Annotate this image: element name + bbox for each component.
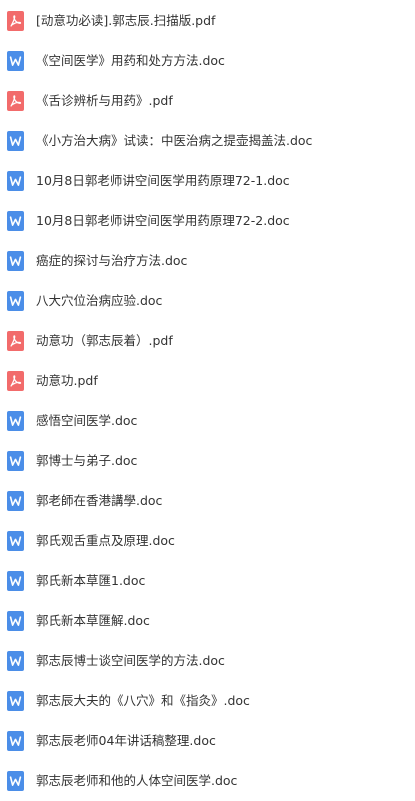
file-list-item[interactable]: 八大穴位治病应验.doc	[0, 281, 415, 321]
file-name: 动意功（郭志辰着）.pdf	[36, 333, 173, 348]
file-name: 癌症的探讨与治疗方法.doc	[36, 253, 188, 268]
pdf-icon	[7, 91, 24, 111]
word-doc-icon	[7, 691, 24, 711]
file-list-item[interactable]: 郭志辰博士谈空间医学的方法.doc	[0, 641, 415, 681]
file-name: 郭博士与弟子.doc	[36, 453, 138, 468]
file-name: 郭氏新本草匯解.doc	[36, 613, 150, 628]
file-name: 郭氏观舌重点及原理.doc	[36, 533, 175, 548]
file-list-item[interactable]: 《空间医学》用药和处方方法.doc	[0, 41, 415, 81]
file-list-item[interactable]: 郭志辰老师和他的人体空间医学.doc	[0, 761, 415, 801]
file-list-item[interactable]: 感悟空间医学.doc	[0, 401, 415, 441]
word-doc-icon	[7, 611, 24, 631]
file-list-item[interactable]: 郭氏观舌重点及原理.doc	[0, 521, 415, 561]
file-list-item[interactable]: 《舌诊辨析与用药》.pdf	[0, 81, 415, 121]
file-name: 《小方治大病》试读：中医治病之提壶揭盖法.doc	[36, 133, 313, 148]
pdf-icon	[7, 11, 24, 31]
file-name: 感悟空间医学.doc	[36, 413, 138, 428]
file-name: 《空间医学》用药和处方方法.doc	[36, 53, 225, 68]
file-list-item[interactable]: [动意功必读].郭志辰.扫描版.pdf	[0, 1, 415, 41]
file-name: 郭志辰老师和他的人体空间医学.doc	[36, 773, 238, 788]
file-name: 郭志辰老师04年讲话稿整理.doc	[36, 733, 216, 748]
file-name: 郭志辰大夫的《八穴》和《指灸》.doc	[36, 693, 250, 708]
file-name: 《舌诊辨析与用药》.pdf	[36, 93, 173, 108]
file-list-item[interactable]: 郭志辰老师04年讲话稿整理.doc	[0, 721, 415, 761]
pdf-icon	[7, 371, 24, 391]
file-list-item[interactable]: 10月8日郭老师讲空间医学用药原理72-2.doc	[0, 201, 415, 241]
file-name: 郭老師在香港講學.doc	[36, 493, 163, 508]
word-doc-icon	[7, 211, 24, 231]
file-list-item[interactable]: 郭氏新本草匯解.doc	[0, 601, 415, 641]
word-doc-icon	[7, 131, 24, 151]
file-name: 郭志辰博士谈空间医学的方法.doc	[36, 653, 225, 668]
word-doc-icon	[7, 531, 24, 551]
word-doc-icon	[7, 251, 24, 271]
file-name: 八大穴位治病应验.doc	[36, 293, 163, 308]
word-doc-icon	[7, 51, 24, 71]
word-doc-icon	[7, 171, 24, 191]
file-list-item[interactable]: 郭博士与弟子.doc	[0, 441, 415, 481]
word-doc-icon	[7, 451, 24, 471]
word-doc-icon	[7, 771, 24, 791]
word-doc-icon	[7, 571, 24, 591]
word-doc-icon	[7, 731, 24, 751]
file-list-item[interactable]: 癌症的探讨与治疗方法.doc	[0, 241, 415, 281]
word-doc-icon	[7, 651, 24, 671]
file-name: 动意功.pdf	[36, 373, 98, 388]
file-list-item[interactable]: 动意功（郭志辰着）.pdf	[0, 321, 415, 361]
file-name: 10月8日郭老师讲空间医学用药原理72-1.doc	[36, 173, 290, 188]
file-list-item[interactable]: 郭老師在香港講學.doc	[0, 481, 415, 521]
file-name: 郭氏新本草匯1.doc	[36, 573, 146, 588]
file-list-item[interactable]: 10月8日郭老师讲空间医学用药原理72-1.doc	[0, 161, 415, 201]
pdf-icon	[7, 331, 24, 351]
file-list: [动意功必读].郭志辰.扫描版.pdf 《空间医学》用药和处方方法.doc 《舌诊辨…	[0, 0, 415, 795]
word-doc-icon	[7, 491, 24, 511]
file-name: [动意功必读].郭志辰.扫描版.pdf	[36, 13, 216, 28]
word-doc-icon	[7, 291, 24, 311]
file-list-item[interactable]: 《小方治大病》试读：中医治病之提壶揭盖法.doc	[0, 121, 415, 161]
word-doc-icon	[7, 411, 24, 431]
file-list-item[interactable]: 动意功.pdf	[0, 361, 415, 401]
file-name: 10月8日郭老师讲空间医学用药原理72-2.doc	[36, 213, 290, 228]
file-list-item[interactable]: 郭氏新本草匯1.doc	[0, 561, 415, 601]
file-list-item[interactable]: 郭志辰大夫的《八穴》和《指灸》.doc	[0, 681, 415, 721]
